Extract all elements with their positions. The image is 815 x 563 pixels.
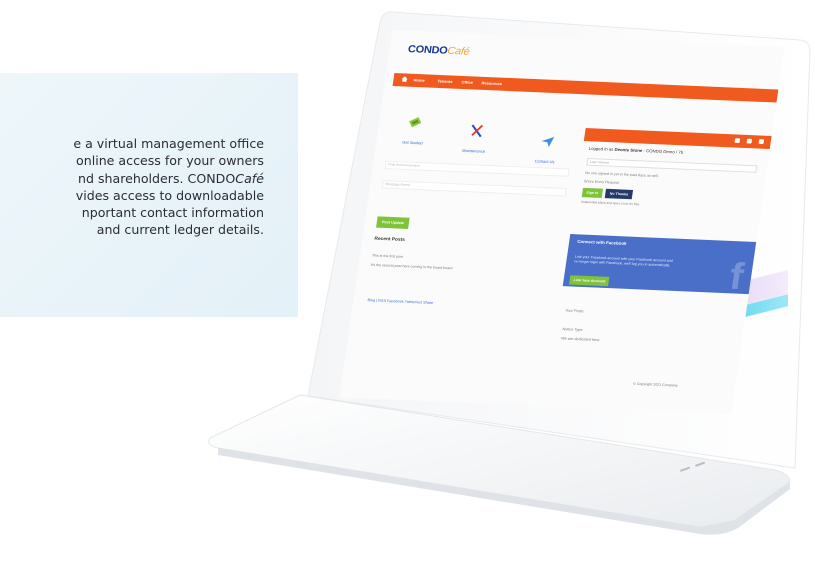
sidebar: Last Viewed No one signed in yet in the …	[580, 158, 758, 216]
sign-in-button[interactable]: Sign In	[581, 187, 604, 198]
no-thanks-button[interactable]: No Thanks	[605, 188, 633, 200]
nav-item-tenants[interactable]: Tenants	[437, 79, 453, 84]
logo-accent: Café	[446, 45, 471, 58]
tile-maintenance[interactable]: Maintenance	[453, 123, 497, 154]
side-lower-2: Notice Type	[562, 327, 583, 332]
user-toolbar	[583, 128, 772, 150]
tile-contact[interactable]: Contact Us	[524, 133, 568, 164]
main-nav-bar: Home Tenants Office Resources	[392, 73, 779, 103]
tile-get-started[interactable]: Get Started	[392, 114, 436, 145]
logged-in-prefix: Logged in as	[588, 145, 614, 152]
nav-item-office[interactable]: Office	[461, 80, 473, 85]
link-account-button[interactable]: Link Your Account	[569, 275, 610, 287]
nav-item-resources[interactable]: Resources	[481, 81, 502, 87]
post-line-1[interactable]: This is the first post	[372, 254, 404, 259]
facebook-title: Connect with Facebook	[576, 239, 627, 246]
main-column: Post Announcement Message Board	[380, 160, 570, 208]
facebook-connect-panel: Connect with Facebook Link your Facebook…	[562, 234, 757, 298]
print-icon[interactable]	[734, 138, 741, 144]
user-icon[interactable]	[746, 138, 753, 144]
recent-posts-title: Recent Posts	[374, 236, 406, 243]
money-icon	[409, 117, 422, 128]
facebook-icon: f	[726, 256, 747, 298]
logged-in-user[interactable]: Deonte Stone	[614, 147, 642, 153]
side-lower-3: We are dedicated here	[560, 336, 600, 342]
post-update-button[interactable]: Post Update	[376, 216, 410, 229]
facebook-body: Link your Facebook account with your Fac…	[574, 254, 674, 268]
nav-item-home[interactable]: Home	[413, 78, 425, 83]
post-line-2[interactable]: It's the second post here coming in the …	[370, 263, 452, 270]
tools-icon	[471, 124, 484, 138]
logo-main: CONDO	[407, 43, 449, 57]
logged-in-status: Logged in as Deonte Stone - CONDO Demo /…	[588, 146, 683, 155]
sidebar-search-input[interactable]: Last Viewed	[586, 158, 758, 173]
paper-plane-icon	[541, 136, 555, 148]
tile-label: Maintenance	[461, 148, 486, 154]
settings-icon[interactable]	[758, 139, 765, 145]
copyright-text: © Copyright 2021 Company	[632, 381, 678, 388]
side-lower-1: Your Posts	[564, 308, 584, 314]
laptop-screen: CONDOCafé Home Tenants Office Resources …	[330, 20, 800, 415]
tile-label: Get Started	[401, 139, 424, 146]
condo-cafe-logo[interactable]: CONDOCafé	[407, 44, 470, 58]
footer-links[interactable]: Blog | RSS Facebook Twitter/ect Share	[367, 298, 433, 305]
tile-label: Contact Us	[534, 158, 555, 165]
logged-in-suffix: - CONDO Demo / 75	[643, 148, 684, 155]
message-board-field[interactable]: Message Board	[381, 180, 567, 197]
webpage-screen: CONDOCafé Home Tenants Office Resources …	[339, 29, 785, 415]
home-icon[interactable]	[401, 76, 408, 82]
